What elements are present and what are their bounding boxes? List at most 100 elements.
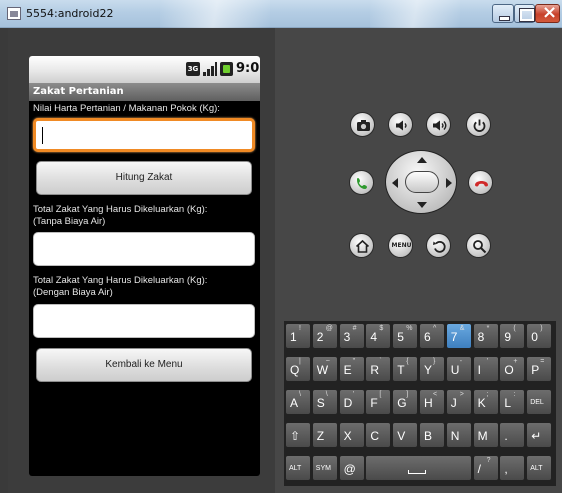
total2-label-line1: Total Zakat Yang Harus Dikeluarkan (Kg): [33, 275, 208, 286]
key-label: F [370, 396, 378, 410]
total2-label-line2: (Dengan Biaya Air) [33, 287, 113, 298]
hitung-zakat-button[interactable]: Hitung Zakat [36, 161, 252, 195]
key-row1-9[interactable]: 0) [527, 324, 552, 348]
volume-up-icon [433, 120, 447, 131]
key-label: ⇧ [290, 429, 301, 443]
maximize-button[interactable] [514, 4, 535, 23]
key-row1-2[interactable]: 3 # [339, 324, 364, 348]
menu-button[interactable]: MENU [388, 233, 413, 258]
total1-output[interactable] [34, 233, 254, 265]
key-row1-6[interactable]: 7 & [446, 324, 471, 348]
key-row2-8[interactable]: O + [500, 357, 525, 381]
key-label: G [397, 396, 407, 410]
back-icon [433, 240, 446, 253]
home-button[interactable] [349, 233, 374, 258]
key-row4-2[interactable]: X [339, 423, 364, 447]
key-row4-9[interactable]: ↵ [527, 423, 552, 447]
dpad-right-icon[interactable] [446, 178, 452, 188]
key-alt-label: - [459, 358, 463, 365]
key-row3-6[interactable]: J > [446, 390, 471, 414]
key-label: N [450, 429, 460, 443]
camera-button[interactable] [350, 112, 375, 137]
key-space[interactable] [366, 456, 471, 480]
call-button[interactable] [349, 170, 374, 195]
key-row1-3[interactable]: 4 $ [366, 324, 391, 348]
window-app-icon[interactable] [7, 7, 21, 20]
app-title-bar: Zakat Pertanian [29, 83, 260, 101]
key-label: 8 [477, 330, 485, 344]
key-alt-label: \ [299, 391, 301, 398]
key-row4-5[interactable]: B [420, 423, 444, 447]
key-row4-1[interactable]: Z [312, 423, 337, 447]
key-label: 4 [370, 330, 378, 344]
key-row2-9[interactable]: P = [527, 357, 552, 381]
power-button[interactable] [466, 112, 491, 137]
key-row2-4[interactable]: T{ [393, 357, 418, 381]
key-row1-8[interactable]: 9( [500, 324, 525, 348]
key-row3-3[interactable]: F[ [366, 390, 391, 414]
key-row3-0[interactable]: A \ [286, 390, 310, 414]
key-label: , [504, 462, 508, 476]
kembali-menu-button[interactable]: Kembali ke Menu [36, 348, 252, 382]
key-row3-7[interactable]: K; [473, 390, 498, 414]
harta-input-field[interactable] [33, 118, 255, 152]
key-row5_right-2[interactable]: ALT [527, 456, 552, 480]
key-alt-label: @ [325, 325, 333, 332]
key-row5_left-1[interactable]: SYM [312, 456, 337, 480]
key-label: H [424, 396, 433, 410]
total2-output[interactable] [34, 305, 254, 337]
key-row5_left-0[interactable]: ALT [286, 456, 310, 480]
dpad-down-icon[interactable] [417, 202, 427, 208]
key-alt-label: > [459, 391, 464, 398]
back-button[interactable] [426, 233, 451, 258]
key-row5_right-0[interactable]: /? [473, 456, 498, 480]
dpad-left-icon[interactable] [392, 178, 398, 188]
key-row4-7[interactable]: M [473, 423, 498, 447]
total2-output-field[interactable] [33, 304, 255, 338]
key-row3-5[interactable]: H < [420, 390, 444, 414]
home-icon [355, 239, 370, 253]
dpad-up-icon[interactable] [417, 157, 427, 163]
key-row3-9[interactable]: DEL [527, 390, 552, 414]
volume-down-button[interactable] [388, 112, 413, 137]
key-alt-label: ; [486, 391, 489, 398]
dpad-center-button[interactable] [405, 171, 439, 193]
close-button[interactable] [535, 2, 560, 23]
key-row2-7[interactable]: I ' [473, 357, 498, 381]
menu-label: MENU [391, 242, 412, 249]
key-row4-6[interactable]: N [446, 423, 471, 447]
key-alt-label: " [352, 358, 356, 365]
key-row5_right-1[interactable]: , [500, 456, 525, 480]
key-label: T [397, 363, 405, 377]
key-label: V [397, 429, 406, 443]
key-row2-0[interactable]: Q | [286, 357, 310, 381]
key-row4-8[interactable]: . [500, 423, 525, 447]
window-titlebar[interactable]: 5554:android22 [0, 0, 562, 28]
key-row4-3[interactable]: C [366, 423, 391, 447]
search-button[interactable] [466, 233, 491, 258]
key-row1-1[interactable]: 2 @ [312, 324, 337, 348]
key-row2-2[interactable]: E " [339, 357, 364, 381]
key-row3-2[interactable]: D ' [339, 390, 364, 414]
key-row2-5[interactable]: Y} [420, 357, 444, 381]
key-row2-6[interactable]: U- [446, 357, 471, 381]
key-row3-4[interactable]: G] [393, 390, 418, 414]
end-call-button[interactable] [468, 170, 493, 195]
key-row3-1[interactable]: S \ [312, 390, 337, 414]
key-row1-7[interactable]: 8 * [473, 324, 498, 348]
key-row2-3[interactable]: R ` [366, 357, 391, 381]
key-row2-1[interactable]: W ~ [312, 357, 337, 381]
volume-up-button[interactable] [426, 112, 451, 137]
total1-output-field[interactable] [33, 232, 255, 266]
key-row4-0[interactable]: ⇧ [286, 423, 310, 447]
key-row3-8[interactable]: L: [500, 390, 525, 414]
key-row4-4[interactable]: V [393, 423, 418, 447]
dpad[interactable] [385, 150, 457, 214]
key-row1-4[interactable]: 5% [393, 324, 418, 348]
key-row5_left-2[interactable]: @ [339, 456, 364, 480]
key-row1-5[interactable]: 6 ^ [420, 324, 444, 348]
key-row1-0[interactable]: 1! [286, 324, 310, 348]
minimize-button[interactable] [492, 4, 514, 23]
harta-input[interactable] [36, 121, 252, 149]
key-label: A [290, 396, 299, 410]
